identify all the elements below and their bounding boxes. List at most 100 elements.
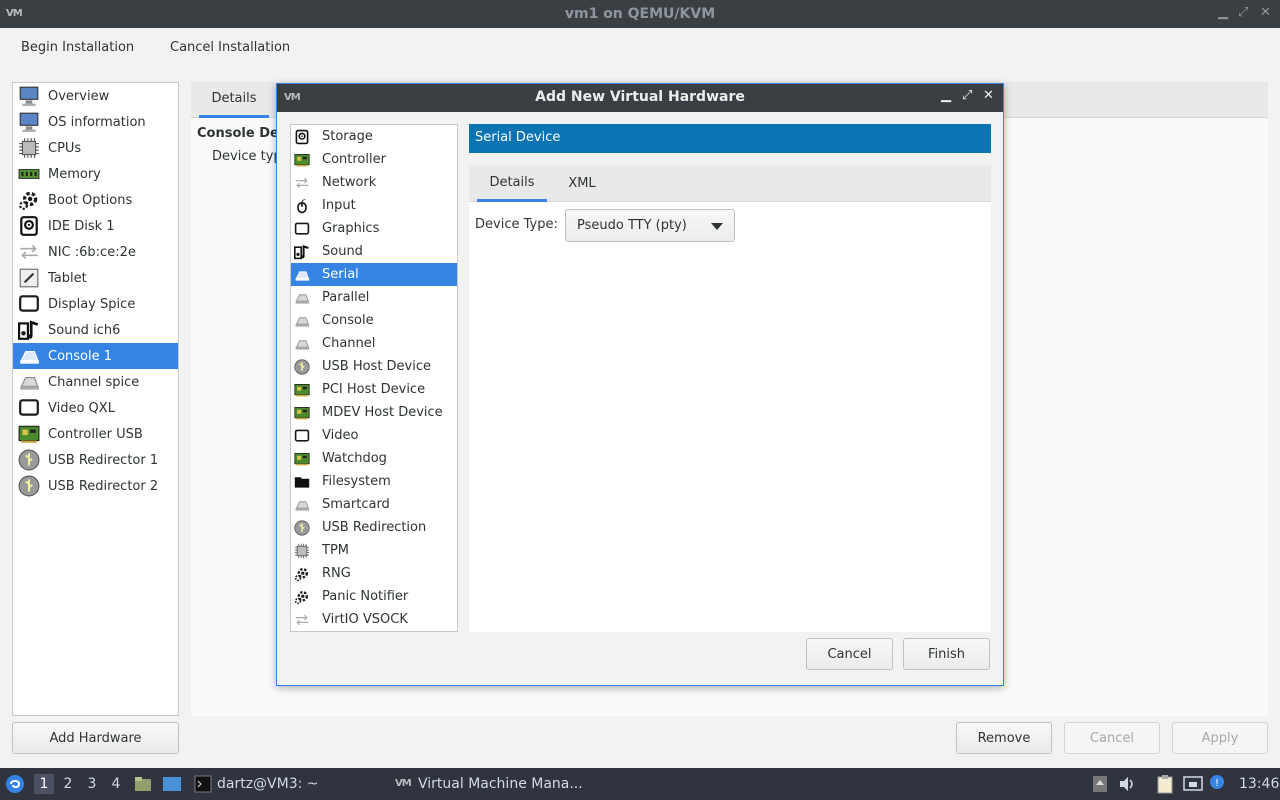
sidebar-item[interactable]: Sound ich6	[13, 317, 178, 343]
sidebar-item[interactable]: Video QXL	[13, 395, 178, 421]
sidebar-item[interactable]: CPUs	[13, 135, 178, 161]
device-type-item[interactable]: Channel	[291, 332, 457, 355]
device-type-item[interactable]: Graphics	[291, 217, 457, 240]
network-icon	[293, 611, 311, 629]
sidebar-item[interactable]: Channel spice	[13, 369, 178, 395]
memory-icon	[17, 163, 41, 185]
virt-manager-task[interactable]: Virtual Machine Mana...	[418, 776, 583, 792]
serial-icon	[17, 345, 41, 367]
disk-icon	[293, 128, 311, 146]
device-type-item[interactable]: RNG	[291, 562, 457, 585]
sidebar-item[interactable]: Tablet	[13, 265, 178, 291]
device-type-item[interactable]: Network	[291, 171, 457, 194]
sidebar-item[interactable]: Memory	[13, 161, 178, 187]
card-icon	[17, 423, 41, 445]
menu-bar: Begin Installation Cancel Installation	[0, 28, 1280, 72]
sidebar-item[interactable]: USB Redirector 2	[13, 473, 178, 499]
device-type-item[interactable]: Storage	[291, 125, 457, 148]
usb-icon	[17, 475, 41, 497]
usb-icon	[17, 449, 41, 471]
apply-button[interactable]: Apply	[1172, 722, 1268, 754]
device-type-item[interactable]: Parallel	[291, 286, 457, 309]
dialog-close-button[interactable]: ✕	[983, 88, 994, 103]
device-type-item[interactable]: Console	[291, 309, 457, 332]
virt-manager-task-icon: VM	[395, 778, 412, 789]
minimize-button[interactable]: ▁	[1218, 5, 1228, 20]
tab-details[interactable]: Details	[477, 165, 547, 202]
device-type-item[interactable]: TPM	[291, 539, 457, 562]
device-type-item[interactable]: VirtIO VSOCK	[291, 608, 457, 631]
device-type-item[interactable]: Watchdog	[291, 447, 457, 470]
workspace-2[interactable]: 2	[58, 774, 78, 794]
begin-installation-button[interactable]: Begin Installation	[21, 40, 134, 55]
add-hardware-button[interactable]: Add Hardware	[12, 722, 179, 754]
sidebar-item[interactable]: Display Spice	[13, 291, 178, 317]
display-icon	[17, 293, 41, 315]
cancel-button[interactable]: Cancel	[1064, 722, 1160, 754]
device-type-item[interactable]: Serial	[291, 263, 457, 286]
tab-details[interactable]: Details	[199, 82, 269, 118]
display-icon	[293, 427, 311, 445]
device-type-item[interactable]: Smartcard	[291, 493, 457, 516]
device-type-item[interactable]: Panic Notifier	[291, 585, 457, 608]
device-type-label: Video	[322, 428, 359, 443]
disk-icon	[17, 215, 41, 237]
device-type-item[interactable]: Video	[291, 424, 457, 447]
update-notifier-icon[interactable]: !	[1209, 774, 1225, 792]
device-type-item[interactable]: USB Host Device	[291, 355, 457, 378]
volume-icon[interactable]	[1118, 775, 1136, 793]
device-type-label: USB Redirection	[322, 520, 427, 535]
remove-button[interactable]: Remove	[956, 722, 1052, 754]
device-type-value: Pseudo TTY (pty)	[577, 218, 687, 233]
maximize-button[interactable]: ⤢	[1238, 5, 1248, 20]
cpu-icon	[293, 542, 311, 560]
sidebar-item[interactable]: Console 1	[13, 343, 178, 369]
device-type-label: Panic Notifier	[322, 589, 409, 604]
tab-xml[interactable]: XML	[557, 165, 607, 202]
device-type-item[interactable]: MDEV Host Device	[291, 401, 457, 424]
workspace-1[interactable]: 1	[34, 774, 54, 794]
start-menu-icon[interactable]	[5, 774, 25, 794]
finish-button[interactable]: Finish	[903, 638, 990, 670]
dialog-title: Add New Virtual Hardware	[535, 89, 745, 105]
workspace-4[interactable]: 4	[106, 774, 126, 794]
dialog-maximize-button[interactable]: ⤢	[962, 88, 972, 103]
clock: 13:46	[1239, 776, 1280, 792]
device-type-item[interactable]: Filesystem	[291, 470, 457, 493]
sidebar-item[interactable]: Controller USB	[13, 421, 178, 447]
eject-icon[interactable]	[1092, 775, 1108, 793]
sidebar-item[interactable]: NIC :6b:ce:2e	[13, 239, 178, 265]
usb-icon	[293, 358, 311, 376]
device-type-label: Console	[322, 313, 374, 328]
card-icon	[293, 404, 311, 422]
mouse-icon	[293, 197, 311, 215]
device-type-label: Sound	[322, 244, 363, 259]
terminal-task[interactable]: dartz@VM3: ~	[217, 776, 319, 792]
workspace-3[interactable]: 3	[82, 774, 102, 794]
network-icon	[293, 174, 311, 192]
file-manager-icon[interactable]	[134, 775, 152, 793]
device-type-label: Graphics	[322, 221, 380, 236]
device-type-item[interactable]: PCI Host Device	[291, 378, 457, 401]
sidebar-item[interactable]: Overview	[13, 83, 178, 109]
network-status-icon[interactable]	[1183, 775, 1203, 793]
device-type-item[interactable]: USB Redirection	[291, 516, 457, 539]
device-type-item[interactable]: Controller	[291, 148, 457, 171]
clipboard-icon[interactable]	[1156, 774, 1174, 794]
sidebar-item[interactable]: OS information	[13, 109, 178, 135]
dialog-minimize-button[interactable]: ▁	[941, 88, 951, 103]
sidebar-item[interactable]: USB Redirector 1	[13, 447, 178, 473]
sidebar-item[interactable]: Boot Options	[13, 187, 178, 213]
device-type-select[interactable]: Pseudo TTY (pty)	[565, 209, 735, 242]
device-type-item[interactable]: Input	[291, 194, 457, 217]
device-type-item[interactable]: Sound	[291, 240, 457, 263]
dialog-cancel-button[interactable]: Cancel	[806, 638, 893, 670]
show-desktop-icon[interactable]	[162, 775, 182, 793]
sidebar-item-label: IDE Disk 1	[48, 218, 115, 234]
cancel-installation-button[interactable]: Cancel Installation	[170, 40, 290, 55]
sidebar-item[interactable]: IDE Disk 1	[13, 213, 178, 239]
close-button[interactable]: ✕	[1260, 5, 1271, 20]
serial-icon	[293, 496, 311, 514]
svg-text:!: !	[1215, 778, 1219, 789]
cpu-icon	[17, 137, 41, 159]
